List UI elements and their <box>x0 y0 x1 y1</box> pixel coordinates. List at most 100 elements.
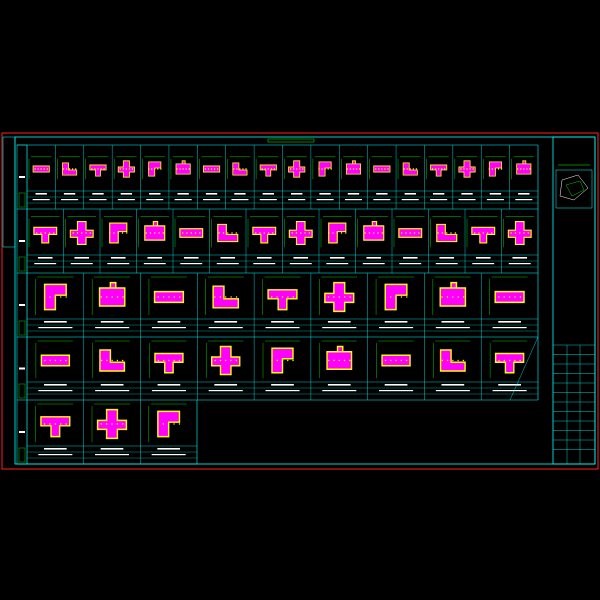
rebar-dot <box>318 168 320 170</box>
rebar-dot <box>199 232 201 234</box>
rebar-dot <box>454 232 456 234</box>
section-label-mark <box>95 327 130 329</box>
rebar-dot <box>503 359 506 362</box>
section-label-mark <box>432 193 445 195</box>
rebar-dot <box>261 168 263 170</box>
rebar-dot <box>106 296 108 298</box>
section-label-mark <box>322 327 357 329</box>
rebar-dot <box>508 296 511 298</box>
section-label-mark <box>271 384 294 386</box>
rebar-dot <box>242 168 244 170</box>
rebar-dot <box>185 168 187 170</box>
rebar-dot <box>446 232 448 234</box>
rebar-dot <box>338 296 340 298</box>
rebar-dot <box>384 168 386 170</box>
rebar-dot <box>281 296 284 298</box>
wall-section <box>33 226 58 244</box>
wall-section <box>345 160 362 175</box>
sections-grid <box>16 138 595 465</box>
section-label-mark <box>253 263 276 265</box>
section-label-mark <box>32 199 50 201</box>
section-label-mark <box>38 390 73 392</box>
rebar-dot <box>368 232 371 234</box>
rebar-dot <box>210 168 213 170</box>
section-label-mark <box>110 257 126 259</box>
rebar-dot <box>194 232 197 234</box>
row-header-legend <box>18 256 26 272</box>
rebar-dot <box>178 359 181 362</box>
rebar-dot <box>37 168 39 170</box>
rebar-dot <box>328 232 330 234</box>
rebar-dot <box>111 423 113 425</box>
rebar-dot <box>462 359 465 362</box>
rebar-dot <box>62 168 65 170</box>
rebar-dot <box>49 423 51 425</box>
rebar-dot <box>378 168 380 170</box>
rebar-dot <box>295 168 298 170</box>
section-label-mark <box>265 327 300 329</box>
rebar-dot <box>106 359 108 362</box>
row-header-legend <box>18 447 26 463</box>
rebar-dot <box>328 359 330 362</box>
rebar-dot <box>381 168 383 170</box>
rebar-dot <box>308 232 310 234</box>
section-label-mark <box>100 384 124 386</box>
rebar-dot <box>111 296 113 298</box>
rebar-dot <box>273 168 276 170</box>
rebar-dot <box>105 423 108 425</box>
section-label-mark <box>271 321 294 323</box>
rebar-dot <box>162 359 165 362</box>
rebar-dot <box>324 168 326 170</box>
rebar-dot <box>403 168 405 170</box>
rebar-dot <box>100 168 102 170</box>
rebar-dot <box>109 232 111 234</box>
rebar-dot <box>219 296 222 298</box>
section-label-mark <box>492 390 527 392</box>
rebar-dot <box>157 423 159 425</box>
rebar-dot <box>381 232 383 234</box>
rebar-dot <box>413 232 416 234</box>
section-label-mark <box>208 327 243 329</box>
rebar-dot <box>188 168 190 170</box>
section-label-mark <box>44 448 67 450</box>
section-label-mark <box>151 454 186 456</box>
drawing-title-mark <box>267 138 315 143</box>
section-label-mark <box>208 390 243 392</box>
section-label-mark <box>100 448 124 450</box>
rebar-dot <box>263 232 265 234</box>
rebar-dot <box>516 168 519 170</box>
rebar-dot <box>235 296 238 298</box>
rebar-dot <box>216 168 219 170</box>
rebar-dot <box>122 296 124 298</box>
rebar-dot <box>271 359 273 362</box>
rebar-dot <box>218 232 220 234</box>
rebar-dot <box>343 296 346 298</box>
rebar-dot <box>405 359 408 362</box>
rebar-dot <box>219 359 222 362</box>
rebar-dot <box>519 232 521 234</box>
rebar-dot <box>409 168 411 170</box>
rebar-dot <box>520 168 522 170</box>
rebar-dot <box>97 168 99 170</box>
rebar-dot <box>182 232 184 234</box>
section-label-mark <box>316 199 334 201</box>
rebar-dot <box>333 359 335 362</box>
section-label-mark <box>151 327 186 329</box>
rebar-dot <box>441 359 444 362</box>
rebar-dot <box>289 168 292 170</box>
wall-section <box>267 289 298 311</box>
section-label-mark <box>35 193 47 195</box>
rebar-dot <box>259 232 261 234</box>
rebar-dot <box>34 168 36 170</box>
section-label-mark <box>435 390 470 392</box>
rebar-dot <box>214 359 216 362</box>
section-label-mark <box>512 257 528 259</box>
rebar-dot <box>469 168 471 170</box>
rebar-dot <box>158 232 160 234</box>
rebar-dot <box>46 168 49 170</box>
section-label-mark <box>492 327 527 329</box>
rebar-dot <box>346 168 349 170</box>
section-label-mark <box>177 193 189 195</box>
wall-section <box>516 160 532 175</box>
section-label-mark <box>441 321 465 323</box>
